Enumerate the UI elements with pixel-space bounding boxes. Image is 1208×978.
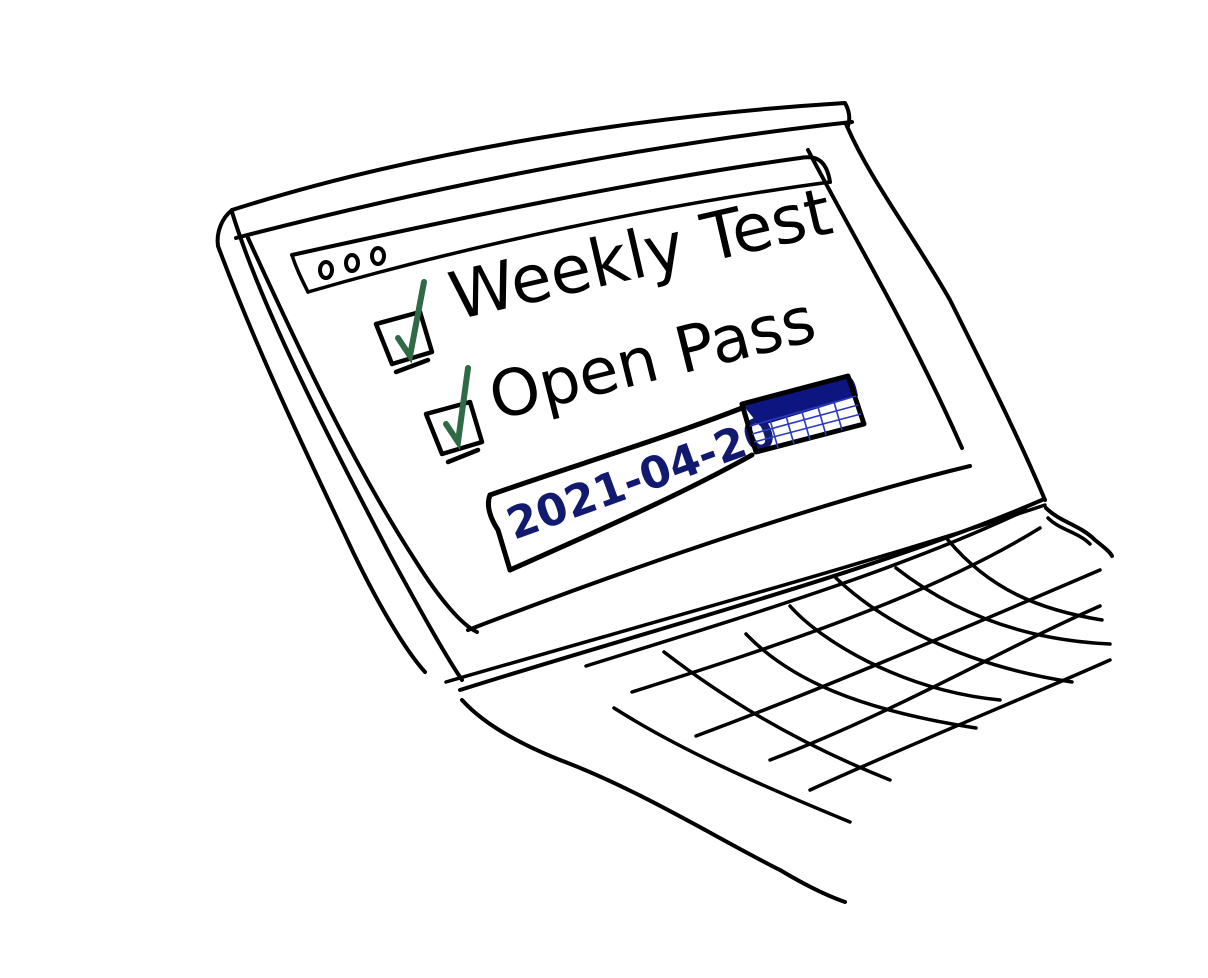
calendar-icon[interactable] [739,373,867,455]
laptop-base [460,506,1114,904]
window-dot-2[interactable] [344,253,360,273]
window-dot-1[interactable] [318,260,334,280]
window-dot-3[interactable] [370,246,386,266]
laptop-sketch: Weekly Test Open Pass 2021-04-20 [215,101,1114,904]
date-field[interactable]: 2021-04-20 [485,405,782,573]
